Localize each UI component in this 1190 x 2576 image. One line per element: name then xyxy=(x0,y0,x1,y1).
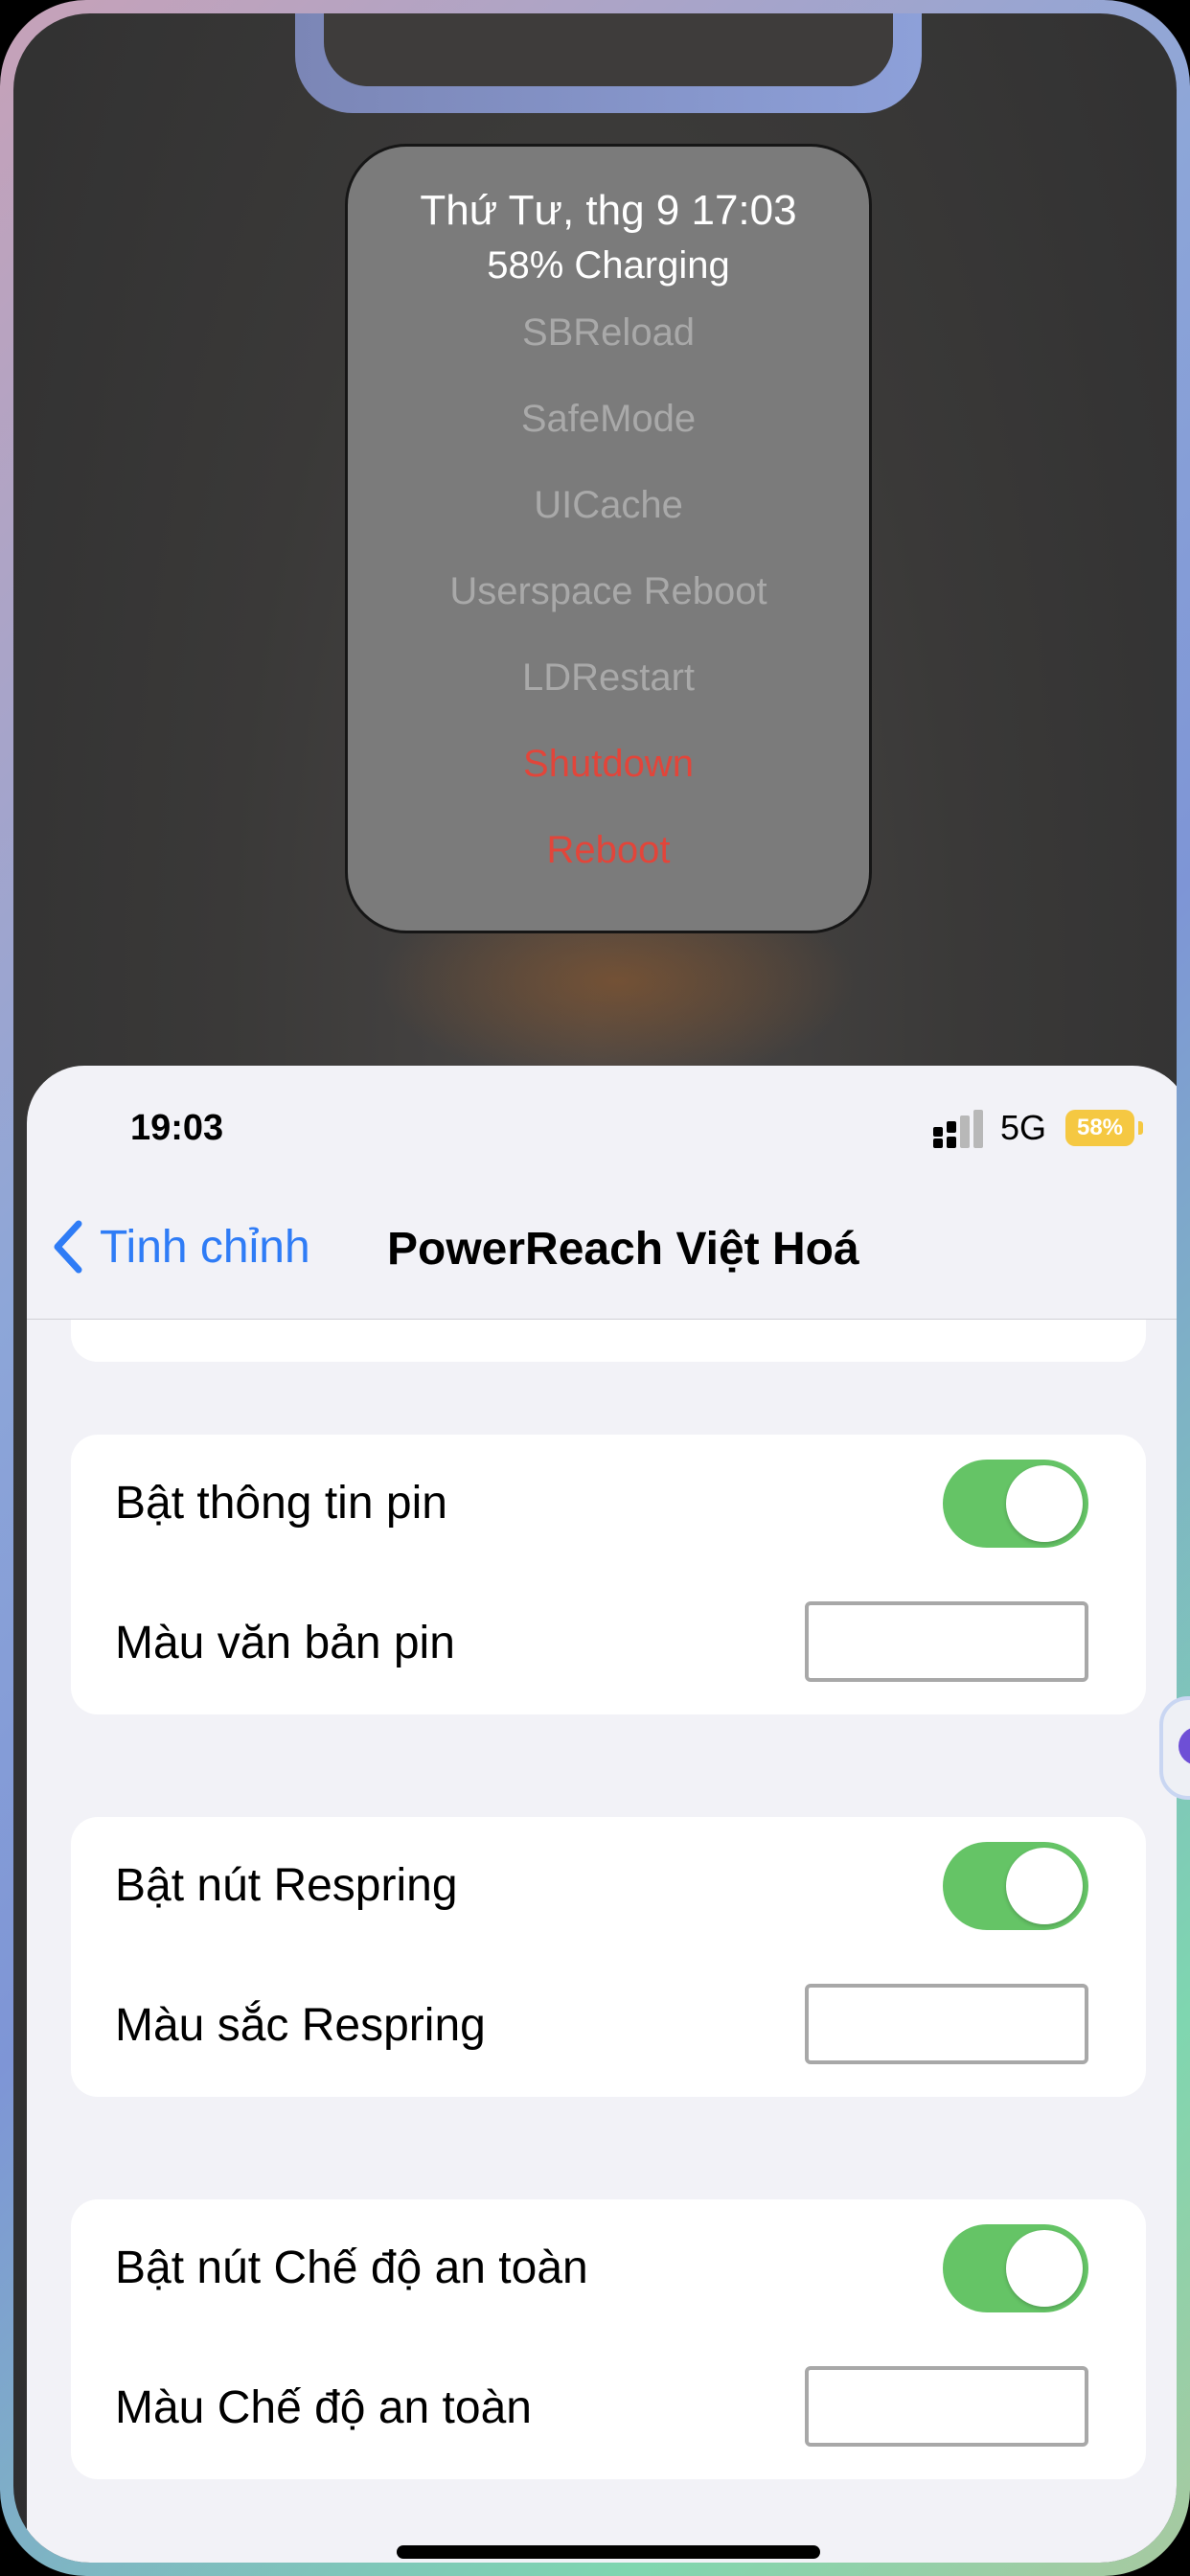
safemode-color-label: Màu Chế độ an toàn xyxy=(115,2382,532,2433)
respring-button-toggle[interactable] xyxy=(943,1842,1088,1930)
device: Thứ Tư, thg 9 17:03 58% Charging SBReloa… xyxy=(0,0,1190,2576)
toggle-knob xyxy=(1006,1848,1083,1924)
settings-group-previous xyxy=(71,1320,1146,1362)
power-menu-date-time: Thứ Tư, thg 9 17:03 xyxy=(420,187,797,234)
status-bar: 19:03 5G 58% xyxy=(27,1066,1177,1190)
power-menu-shutdown[interactable]: Shutdown xyxy=(348,743,869,786)
battery-text-color-well[interactable] xyxy=(805,1601,1088,1682)
power-menu-ldrestart[interactable]: LDRestart xyxy=(348,656,869,700)
settings-list: Bật thông tin pin Màu văn bản pin Bật nú… xyxy=(27,1320,1177,2563)
power-menu-battery-status: 58% Charging xyxy=(487,244,730,287)
toggle-knob xyxy=(1006,2230,1083,2307)
respring-button-label: Bật nút Respring xyxy=(115,1860,458,1911)
row-battery-text-color: Màu văn bản pin xyxy=(71,1575,1146,1714)
row-battery-info: Bật thông tin pin xyxy=(71,1435,1146,1575)
settings-group-battery: Bật thông tin pin Màu văn bản pin xyxy=(71,1435,1146,1714)
page-title: PowerReach Việt Hoá xyxy=(387,1224,859,1275)
power-menu: Thứ Tư, thg 9 17:03 58% Charging SBReloa… xyxy=(345,144,872,933)
cellular-signal-icon xyxy=(933,1110,983,1148)
settings-group-respring: Bật nút Respring Màu sắc Respring xyxy=(71,1817,1146,2097)
chevron-left-icon xyxy=(54,1220,82,1274)
power-menu-uicache[interactable]: UICache xyxy=(348,484,869,527)
notch xyxy=(324,13,893,86)
safemode-color-well[interactable] xyxy=(805,2366,1088,2447)
respring-color-label: Màu sắc Respring xyxy=(115,2000,486,2051)
battery-info-toggle[interactable] xyxy=(943,1460,1088,1548)
navigation-bar: Tinh chỉnh PowerReach Việt Hoá xyxy=(27,1190,1177,1320)
row-respring-button: Bật nút Respring xyxy=(71,1817,1146,1957)
power-menu-safemode[interactable]: SafeMode xyxy=(348,398,869,441)
respring-color-well[interactable] xyxy=(805,1984,1088,2064)
settings-sheet: 19:03 5G 58% Tinh chỉnh PowerReach Việt … xyxy=(27,1066,1177,2563)
status-time: 19:03 xyxy=(130,1108,224,1148)
power-menu-userspace-reboot[interactable]: Userspace Reboot xyxy=(348,570,869,613)
battery-info-label: Bật thông tin pin xyxy=(115,1478,447,1529)
back-button[interactable]: Tinh chỉnh xyxy=(50,1213,310,1280)
home-indicator[interactable] xyxy=(397,2545,820,2559)
network-type: 5G xyxy=(1000,1108,1047,1147)
battery-badge: 58% xyxy=(1065,1110,1134,1146)
safemode-button-toggle[interactable] xyxy=(943,2224,1088,2312)
assistive-touch-bubble[interactable] xyxy=(1159,1696,1190,1800)
safemode-button-label: Bật nút Chế độ an toàn xyxy=(115,2242,588,2293)
row-safemode-button: Bật nút Chế độ an toàn xyxy=(71,2199,1146,2339)
battery-text-color-label: Màu văn bản pin xyxy=(115,1618,455,1668)
row-respring-color: Màu sắc Respring xyxy=(71,1957,1146,2097)
power-menu-sbreload[interactable]: SBReload xyxy=(348,311,869,355)
row-safemode-color: Màu Chế độ an toàn xyxy=(71,2339,1146,2479)
screen: Thứ Tư, thg 9 17:03 58% Charging SBReloa… xyxy=(13,13,1177,2563)
back-button-label: Tinh chỉnh xyxy=(100,1221,310,1273)
toggle-knob xyxy=(1006,1465,1083,1542)
battery-tip xyxy=(1138,1121,1143,1135)
power-menu-reboot[interactable]: Reboot xyxy=(348,829,869,872)
assistive-touch-icon xyxy=(1179,1727,1190,1765)
settings-group-safemode: Bật nút Chế độ an toàn Màu Chế độ an toà… xyxy=(71,2199,1146,2479)
